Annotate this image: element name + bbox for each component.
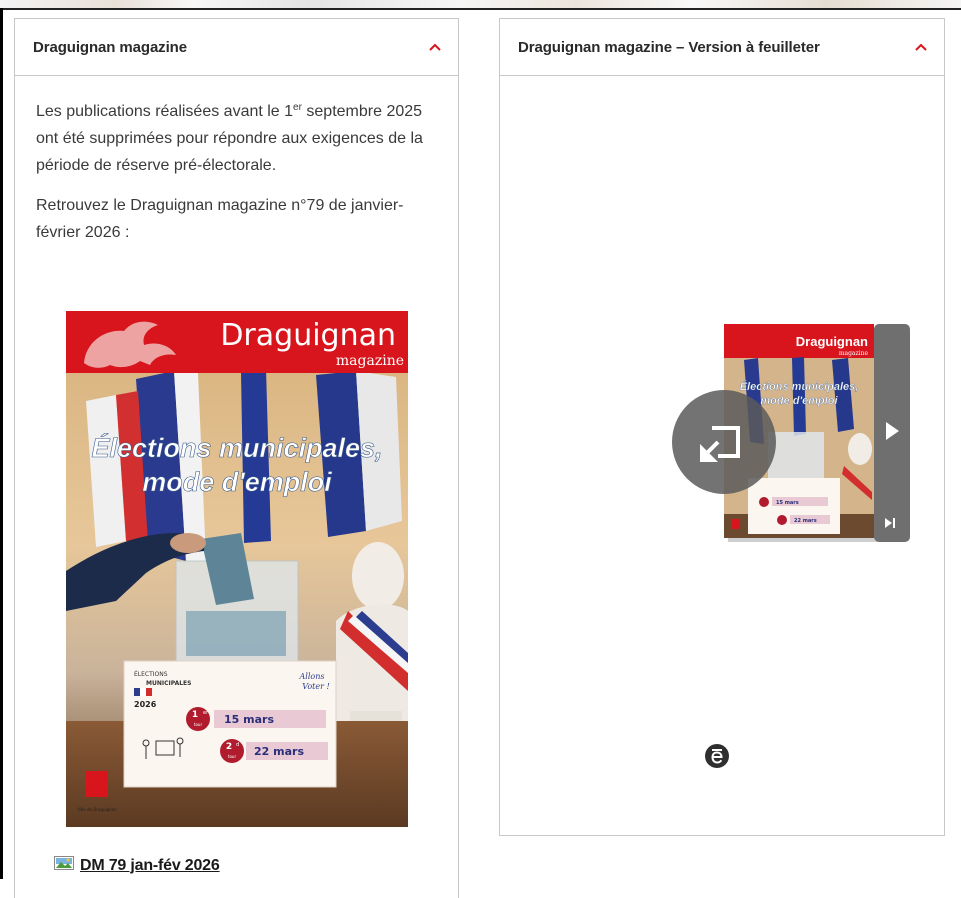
svg-text:2026: 2026 xyxy=(134,700,157,709)
calameo-logo-icon[interactable] xyxy=(704,743,730,774)
svg-text:mode d'emploi: mode d'emploi xyxy=(760,395,838,407)
magazine-panel: Draguignan magazine Les publications réa… xyxy=(14,18,459,898)
chevron-up-icon[interactable] xyxy=(428,40,442,54)
fullscreen-icon[interactable] xyxy=(672,390,776,494)
svg-text:Voter !: Voter ! xyxy=(302,682,329,691)
svg-text:ÉLECTIONS: ÉLECTIONS xyxy=(134,670,168,678)
svg-text:d: d xyxy=(236,742,239,748)
cover-headline-2: mode d'emploi xyxy=(142,467,332,497)
frame-top-border xyxy=(0,8,961,10)
svg-text:15 mars: 15 mars xyxy=(776,500,799,506)
round1-date: 15 mars xyxy=(224,713,274,726)
doc-link-label: DM 79 jan-fév 2026 xyxy=(80,856,220,874)
cover-footer-brand: Ville de Draguignan xyxy=(77,807,117,812)
svg-text:Allons: Allons xyxy=(299,672,325,681)
image-file-icon xyxy=(54,856,74,875)
svg-text:tour: tour xyxy=(194,722,203,727)
panel-title: Draguignan magazine – Version à feuillet… xyxy=(518,38,820,56)
svg-text:magazine: magazine xyxy=(839,350,869,357)
chevron-up-icon[interactable] xyxy=(914,40,928,54)
cover-brand-sub: magazine xyxy=(336,353,404,369)
magazine-cover-image[interactable]: Draguignan magazine Élections municipale… xyxy=(66,311,408,827)
cover-headline-1: Élections municipales, xyxy=(91,432,382,463)
magazine-panel-header[interactable]: Draguignan magazine xyxy=(15,19,458,76)
svg-text:tour: tour xyxy=(228,754,237,759)
panel-title: Draguignan magazine xyxy=(33,38,187,56)
reserve-notice: Les publications réalisées avant le 1er … xyxy=(36,102,423,175)
next-page-icon[interactable] xyxy=(878,412,906,448)
flipbook-viewer[interactable]: Draguignan magazine Élections municipale… xyxy=(672,324,912,544)
svg-text:2: 2 xyxy=(226,742,232,752)
cover-brand: Draguignan xyxy=(220,318,396,353)
frame-left-border xyxy=(0,8,3,879)
issue-intro: Retrouvez le Draguignan magazine n°79 de… xyxy=(36,197,404,241)
svg-text:MUNICIPALES: MUNICIPALES xyxy=(146,680,191,687)
flipbook-panel: Draguignan magazine – Version à feuillet… xyxy=(499,18,945,836)
svg-text:Élections municipales,: Élections municipales, xyxy=(740,380,859,393)
svg-text:Draguignan: Draguignan xyxy=(796,334,868,349)
svg-text:22 mars: 22 mars xyxy=(794,518,817,524)
flipbook-panel-header[interactable]: Draguignan magazine – Version à feuillet… xyxy=(500,19,944,76)
download-issue-link[interactable]: DM 79 jan-fév 2026 xyxy=(54,856,220,875)
round2-date: 22 mars xyxy=(254,745,304,758)
svg-text:1: 1 xyxy=(192,710,198,720)
